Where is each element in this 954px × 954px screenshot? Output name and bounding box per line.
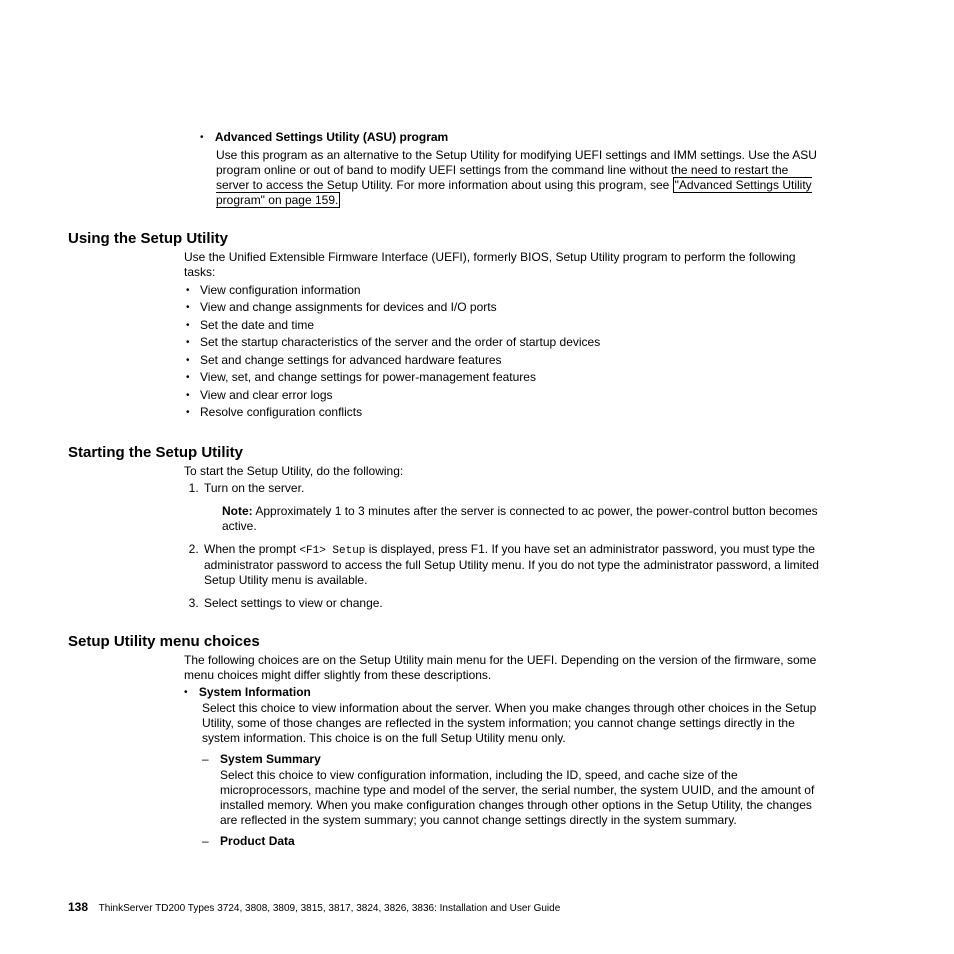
- sub-list-item: System Summary: [202, 752, 819, 766]
- list-item: View, set, and change settings for power…: [200, 369, 819, 387]
- list-item: View and clear error logs: [200, 387, 819, 405]
- footer-text: ThinkServer TD200 Types 3724, 3808, 3809…: [99, 903, 561, 914]
- step-text: When the prompt: [204, 542, 299, 556]
- top-continuation-block: Advanced Settings Utility (ASU) program …: [200, 130, 819, 208]
- prompt-text: <F1> Setup: [299, 545, 365, 557]
- section-intro: Use the Unified Extensible Firmware Inte…: [184, 250, 819, 280]
- list-item: Resolve configuration conflicts: [200, 404, 819, 422]
- list-item: View configuration information: [200, 282, 819, 300]
- heading-using-setup-utility: Using the Setup Utility: [68, 230, 819, 247]
- step-item: Turn on the server. Note: Approximately …: [202, 481, 819, 534]
- task-list: View configuration information View and …: [184, 282, 819, 422]
- step-item: Select settings to view or change.: [202, 596, 819, 611]
- menu-choices-list: System Information Select this choice to…: [184, 685, 819, 848]
- note-text: Approximately 1 to 3 minutes after the s…: [222, 504, 818, 533]
- item-title: System Information: [199, 685, 311, 699]
- list-item: Set the date and time: [200, 317, 819, 335]
- note-block: Note: Approximately 1 to 3 minutes after…: [222, 504, 819, 534]
- asu-description: Use this program as an alternative to th…: [216, 148, 819, 208]
- item-description: Select this choice to view information a…: [202, 701, 819, 746]
- step-text: Turn on the server.: [204, 481, 304, 495]
- page-footer: 138 ThinkServer TD200 Types 3724, 3808, …: [68, 900, 560, 914]
- asu-title: Advanced Settings Utility (ASU) program: [215, 130, 448, 144]
- document-page: Advanced Settings Utility (ASU) program …: [0, 0, 954, 954]
- sub-list-item: Product Data: [202, 834, 819, 848]
- heading-menu-choices: Setup Utility menu choices: [68, 633, 819, 650]
- heading-starting-setup-utility: Starting the Setup Utility: [68, 444, 819, 461]
- section-intro: To start the Setup Utility, do the follo…: [184, 464, 819, 479]
- note-label: Note:: [222, 504, 253, 518]
- list-item: Set the startup characteristics of the s…: [200, 334, 819, 352]
- steps-list: Turn on the server. Note: Approximately …: [184, 481, 819, 612]
- list-item: System Information: [184, 685, 819, 699]
- sub-item-title: System Summary: [220, 752, 321, 766]
- sub-item-description: Select this choice to view configuration…: [220, 768, 819, 828]
- list-item: View and change assignments for devices …: [200, 299, 819, 317]
- step-item: When the prompt <F1> Setup is displayed,…: [202, 542, 819, 589]
- sub-item-title: Product Data: [220, 834, 295, 848]
- section-intro: The following choices are on the Setup U…: [184, 653, 819, 683]
- list-item: Advanced Settings Utility (ASU) program …: [200, 130, 819, 208]
- list-item: Set and change settings for advanced har…: [200, 352, 819, 370]
- page-number: 138: [68, 900, 88, 914]
